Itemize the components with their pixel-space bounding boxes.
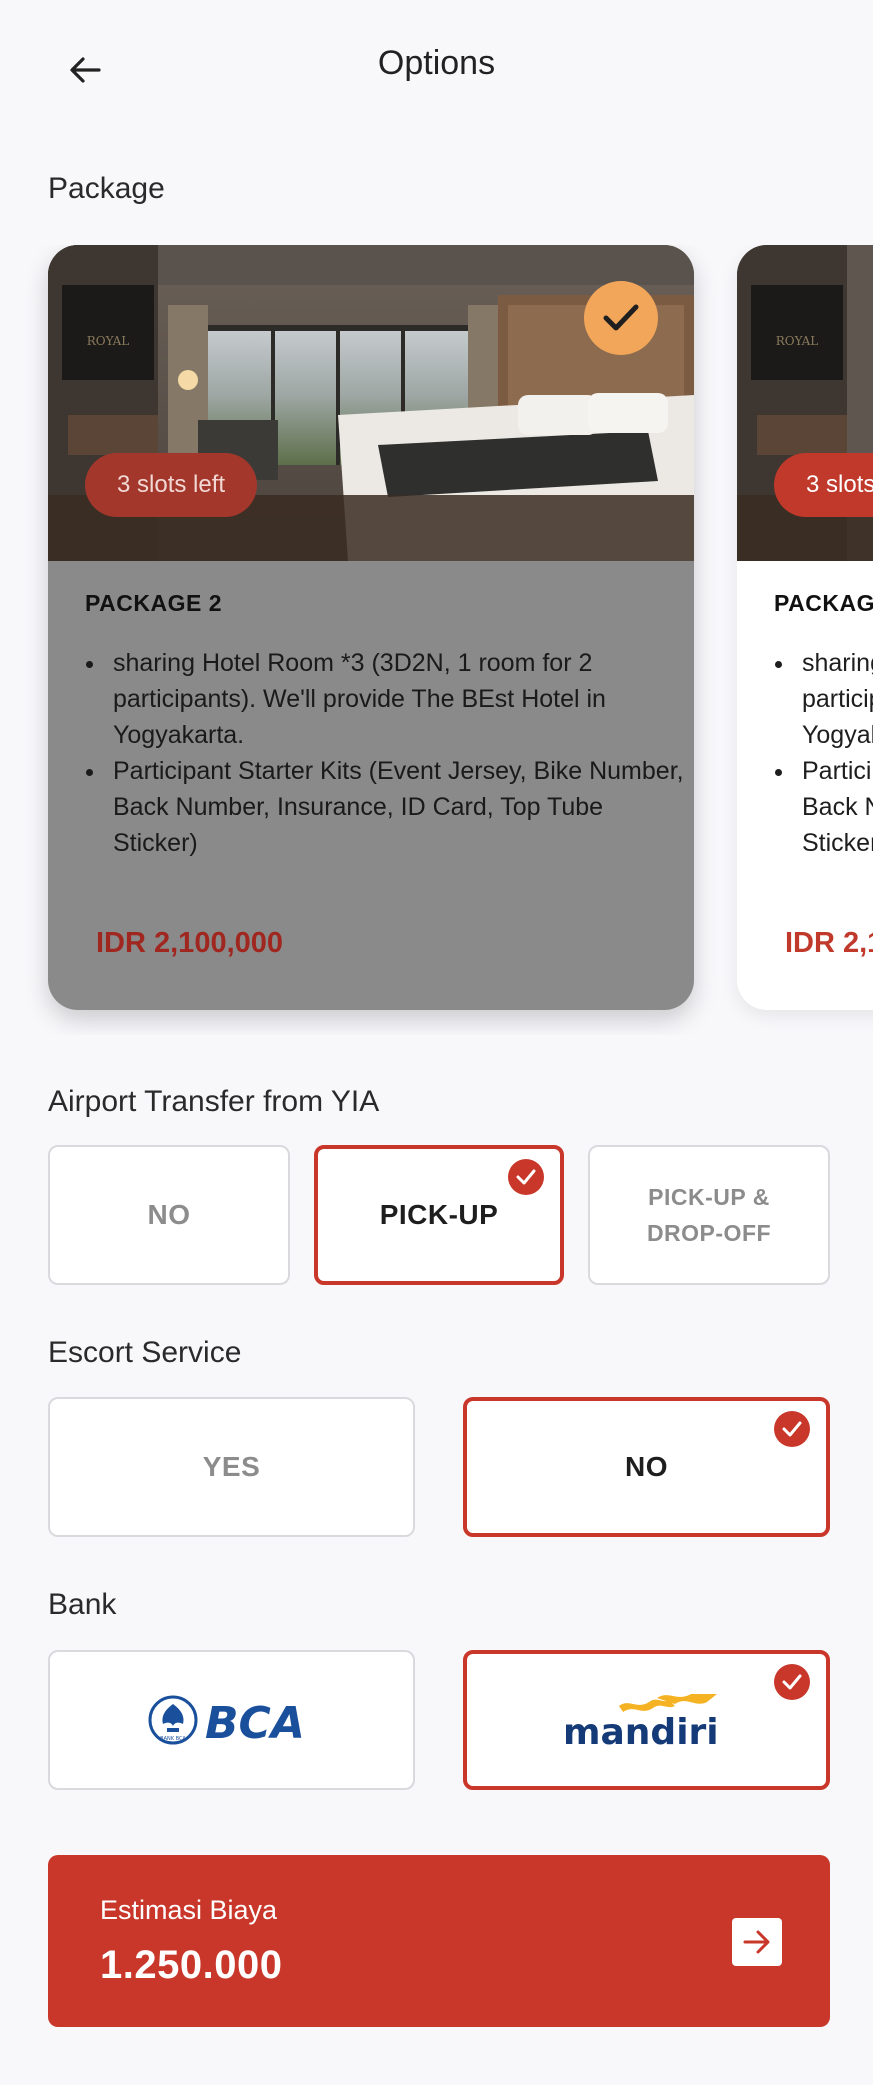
next-button[interactable] — [732, 1918, 782, 1966]
option-label: NO — [147, 1199, 191, 1230]
escort-option-yes[interactable]: YES — [48, 1397, 415, 1537]
section-title-airport: Airport Transfer from YIA — [48, 1085, 380, 1118]
bank-name: mandiri — [563, 1712, 719, 1752]
check-circle-icon — [508, 1159, 544, 1195]
bca-logo: BANK BCA BCA — [148, 1695, 305, 1748]
package-price: IDR 2,100,000 — [96, 927, 284, 959]
slots-left-badge: 3 slots left — [85, 453, 258, 517]
option-label: NO — [625, 1451, 668, 1482]
estimated-cost-label: Estimasi Biaya — [100, 1895, 278, 1925]
package-name: PACKAGE 2 — [85, 590, 222, 616]
package-carousel[interactable]: ROYAL 3 slots left PACKAGE 2 • sharing H… — [0, 245, 873, 1035]
page-title: Options — [377, 44, 496, 82]
package-photo: ROYAL 3 slots left — [48, 245, 694, 561]
package-features: sharing Hotel Room *3 (3D2N, 1 room for … — [774, 645, 873, 861]
package-photo: ROYAL 3 slots left — [737, 245, 873, 561]
bank-option-mandiri[interactable]: mandiri — [463, 1650, 830, 1790]
bank-option-bca[interactable]: BANK BCA BCA — [48, 1650, 415, 1790]
package-price: IDR 2,100,000 — [785, 927, 873, 959]
option-label: PICK-UP & DROP-OFF — [646, 1184, 772, 1246]
estimated-cost-value: 1.250.000 — [100, 1943, 283, 1987]
section-title-package: Package — [48, 172, 165, 205]
package-feature: Participant Starter Kits (Event Jersey, … — [796, 753, 873, 861]
check-circle-icon — [774, 1411, 810, 1447]
option-label: PICK-UP — [379, 1199, 499, 1230]
svg-text:ROYAL: ROYAL — [87, 334, 130, 348]
package-feature: sharing Hotel Room *3 (3D2N, 1 room for … — [796, 645, 873, 753]
escort-option-no[interactable]: NO — [463, 1397, 830, 1537]
package-feature: Participant Starter Kits (Event Jersey, … — [107, 753, 687, 861]
airport-option-pickup-dropoff[interactable]: PICK-UP & DROP-OFF — [588, 1145, 830, 1285]
package-name: PACKAGE 2 — [774, 590, 873, 616]
package-selected-check — [584, 281, 658, 355]
estimated-cost-bar[interactable]: Estimasi Biaya 1.250.000 — [48, 1855, 830, 2027]
airport-option-pickup[interactable]: PICK-UP — [314, 1145, 564, 1285]
package-card[interactable]: ROYAL 3 slots left PACKAGE 2 sharing Hot… — [737, 245, 873, 1010]
svg-text:ROYAL: ROYAL — [776, 334, 819, 348]
option-label: YES — [202, 1451, 261, 1482]
section-title-escort: Escort Service — [48, 1336, 242, 1369]
package-features: sharing Hotel Room *3 (3D2N, 1 room for … — [85, 645, 687, 861]
svg-text:BANK BCA: BANK BCA — [160, 1736, 186, 1742]
airport-option-no[interactable]: NO — [48, 1145, 290, 1285]
package-card[interactable]: ROYAL 3 slots left PACKAGE 2 • sharing H… — [48, 245, 694, 1010]
package-feature: sharing Hotel Room *3 (3D2N, 1 room for … — [107, 645, 687, 753]
section-title-bank: Bank — [48, 1588, 117, 1621]
check-icon — [603, 304, 639, 331]
header: Options — [0, 0, 873, 140]
bank-name: BCA — [205, 1698, 305, 1748]
arrow-right-icon — [743, 1930, 770, 1954]
mandiri-logo: mandiri — [563, 1694, 719, 1752]
check-circle-icon — [774, 1664, 810, 1700]
slots-left-badge: 3 slots left — [774, 453, 873, 517]
